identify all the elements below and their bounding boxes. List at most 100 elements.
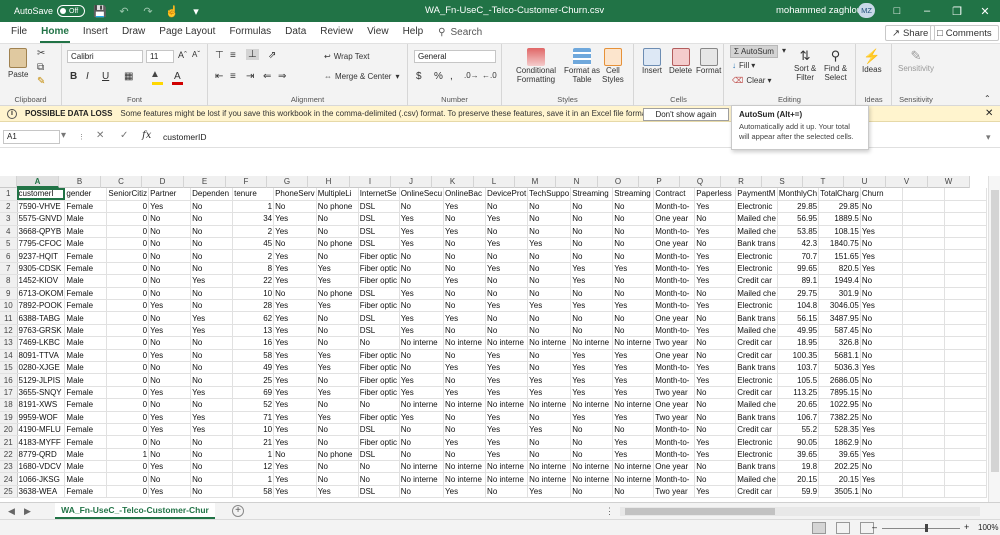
cell[interactable]: 29.85 [818, 200, 861, 214]
cell[interactable]: No [190, 485, 234, 499]
cell[interactable]: 0 [106, 485, 150, 499]
cell[interactable]: No [485, 287, 529, 301]
cell[interactable]: No [570, 423, 614, 437]
cell[interactable]: InternetSe [358, 188, 400, 201]
cell[interactable]: Yes [570, 373, 614, 387]
cell[interactable]: Yes [860, 249, 903, 263]
cell[interactable]: Electronic [735, 373, 778, 387]
cell[interactable]: Yes [148, 299, 192, 313]
cell[interactable] [902, 336, 945, 350]
cell[interactable]: 45 [232, 237, 275, 251]
cell[interactable]: No [612, 237, 655, 251]
cell[interactable]: Yes [612, 299, 655, 313]
decrease-decimal-icon[interactable]: ←.0 [482, 71, 497, 80]
shrink-font-icon[interactable]: Aˇ [192, 50, 200, 59]
cell[interactable]: Yes [485, 237, 529, 251]
cell[interactable]: DSL [358, 212, 400, 226]
tab-home[interactable]: Home [34, 22, 76, 44]
row-header[interactable]: 2 [0, 200, 18, 214]
cell[interactable]: 9763-GRSK [17, 324, 66, 338]
cell[interactable]: 0 [106, 212, 150, 226]
row-header[interactable]: 11 [0, 311, 18, 325]
cell[interactable]: No [190, 472, 234, 486]
cell[interactable]: Yes [694, 249, 737, 263]
cell[interactable]: No [527, 287, 572, 301]
cell[interactable]: PaymentM [735, 188, 778, 201]
cell[interactable]: Yes [273, 336, 317, 350]
cell[interactable]: Yes [273, 212, 317, 226]
cell[interactable]: Yes [190, 386, 234, 400]
autosave-toggle[interactable]: Off [57, 5, 86, 17]
cell[interactable]: Month-to- [653, 472, 696, 486]
cell[interactable]: Female [64, 287, 108, 301]
cell[interactable]: No [316, 373, 359, 387]
cell[interactable]: No [273, 200, 317, 214]
cell[interactable]: Yes [148, 386, 192, 400]
format-cells-button[interactable]: Format [696, 48, 721, 75]
cell[interactable]: No [148, 212, 192, 226]
cell[interactable]: 7469-LKBC [17, 336, 66, 350]
cell[interactable]: 3668-QPYB [17, 225, 66, 239]
cell[interactable]: 0 [106, 411, 150, 424]
cell[interactable]: Yes [694, 200, 737, 214]
row-header[interactable]: 7 [0, 262, 18, 276]
cell[interactable] [902, 249, 945, 263]
cell[interactable]: No [860, 373, 903, 387]
cell[interactable]: No interne [570, 460, 614, 474]
cell[interactable]: No [570, 311, 614, 325]
cell[interactable]: Male [64, 324, 108, 338]
cell[interactable]: Month-to- [653, 299, 696, 313]
cell[interactable]: Yes [443, 485, 487, 499]
cell[interactable]: 70.7 [777, 249, 820, 263]
cell[interactable]: No [316, 225, 359, 239]
cell[interactable]: No [860, 398, 903, 412]
cell[interactable]: Electronic [735, 448, 778, 462]
cell[interactable]: 20.65 [777, 398, 820, 412]
cell[interactable]: Yes [273, 373, 317, 387]
cell[interactable]: No [485, 311, 529, 325]
cell[interactable]: Yes [527, 373, 572, 387]
cell[interactable]: Female [64, 435, 108, 449]
cell[interactable]: 0 [106, 361, 150, 375]
cell[interactable]: Yes [612, 435, 655, 449]
autosum-button[interactable]: Σ AutoSum [730, 45, 778, 58]
cell[interactable]: No [443, 262, 487, 276]
cell[interactable] [944, 361, 987, 375]
row-header[interactable]: 18 [0, 398, 18, 412]
cell[interactable]: No [190, 237, 234, 251]
cell[interactable] [944, 212, 987, 226]
cell[interactable]: No [527, 311, 572, 325]
cell[interactable] [902, 361, 945, 375]
cell[interactable]: No [694, 287, 737, 301]
copy-icon[interactable]: ⧉ [37, 62, 44, 73]
zoom-out-icon[interactable]: – [872, 522, 877, 532]
cell[interactable]: Month-to- [653, 324, 696, 338]
zoom-level[interactable]: 100% [978, 523, 998, 532]
ideas-button[interactable]: ⚡ Ideas [862, 48, 882, 74]
cell[interactable]: No [485, 249, 529, 263]
font-name-select[interactable]: Calibri [67, 50, 143, 63]
cell[interactable]: 1862.9 [818, 435, 861, 449]
cell[interactable]: 10 [232, 423, 275, 437]
cell[interactable]: 19.8 [777, 460, 820, 474]
comma-icon[interactable]: , [450, 71, 453, 82]
cell[interactable]: Yes [694, 262, 737, 276]
cell[interactable]: 12 [232, 460, 275, 474]
cell[interactable] [944, 200, 987, 214]
cell[interactable]: 56.15 [777, 311, 820, 325]
cell[interactable]: No [860, 311, 903, 325]
italic-button[interactable]: I [86, 71, 89, 82]
cell[interactable]: Yes [399, 411, 445, 424]
dont-show-again-button[interactable]: Don't show again [643, 108, 729, 121]
cell[interactable]: No interne [612, 472, 655, 486]
cell[interactable]: 7895.15 [818, 386, 861, 400]
cell[interactable]: No [148, 311, 192, 325]
cell[interactable]: 7795-CFOC [17, 237, 66, 251]
cell[interactable]: 9305-CDSK [17, 262, 66, 276]
cell[interactable]: No [694, 311, 737, 325]
cell[interactable]: No [148, 361, 192, 375]
cell[interactable]: 0 [106, 349, 150, 362]
cell[interactable]: 0 [106, 398, 150, 412]
cell[interactable]: No interne [527, 336, 572, 350]
cell[interactable] [944, 349, 987, 362]
